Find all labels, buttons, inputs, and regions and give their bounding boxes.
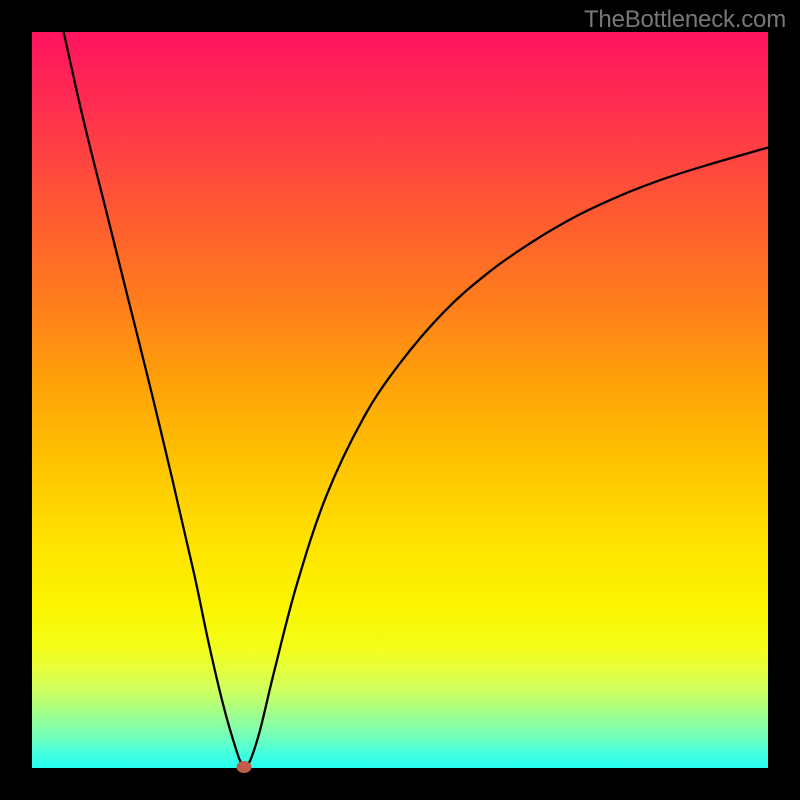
bottleneck-curve bbox=[64, 32, 768, 767]
watermark-text: TheBottleneck.com bbox=[584, 6, 786, 34]
curve-svg bbox=[32, 32, 768, 768]
chart-frame: TheBottleneck.com bbox=[0, 0, 800, 800]
minimum-marker bbox=[236, 761, 251, 773]
plot-area bbox=[32, 32, 768, 768]
